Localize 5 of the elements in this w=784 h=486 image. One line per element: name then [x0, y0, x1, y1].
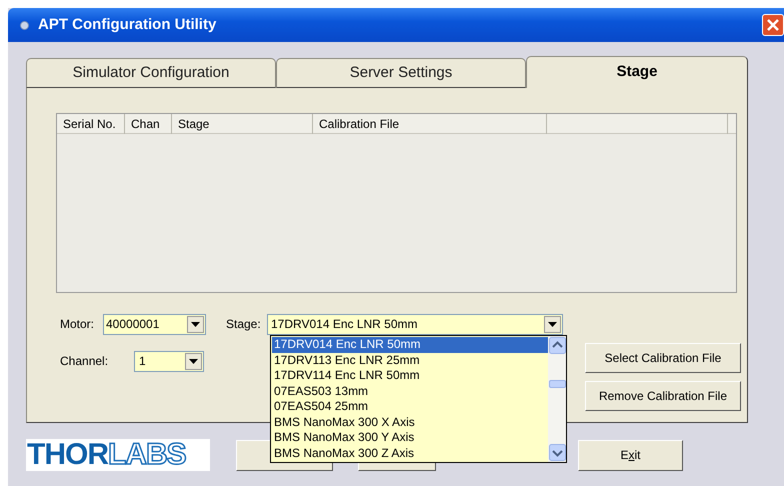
- motor-label: Motor:: [60, 316, 96, 333]
- channel-label: Channel:: [60, 353, 110, 370]
- window-title: APT Configuration Utility: [38, 14, 216, 35]
- thorlabs-logo: THORLABS: [26, 439, 210, 471]
- stage-label: Stage:: [226, 316, 262, 333]
